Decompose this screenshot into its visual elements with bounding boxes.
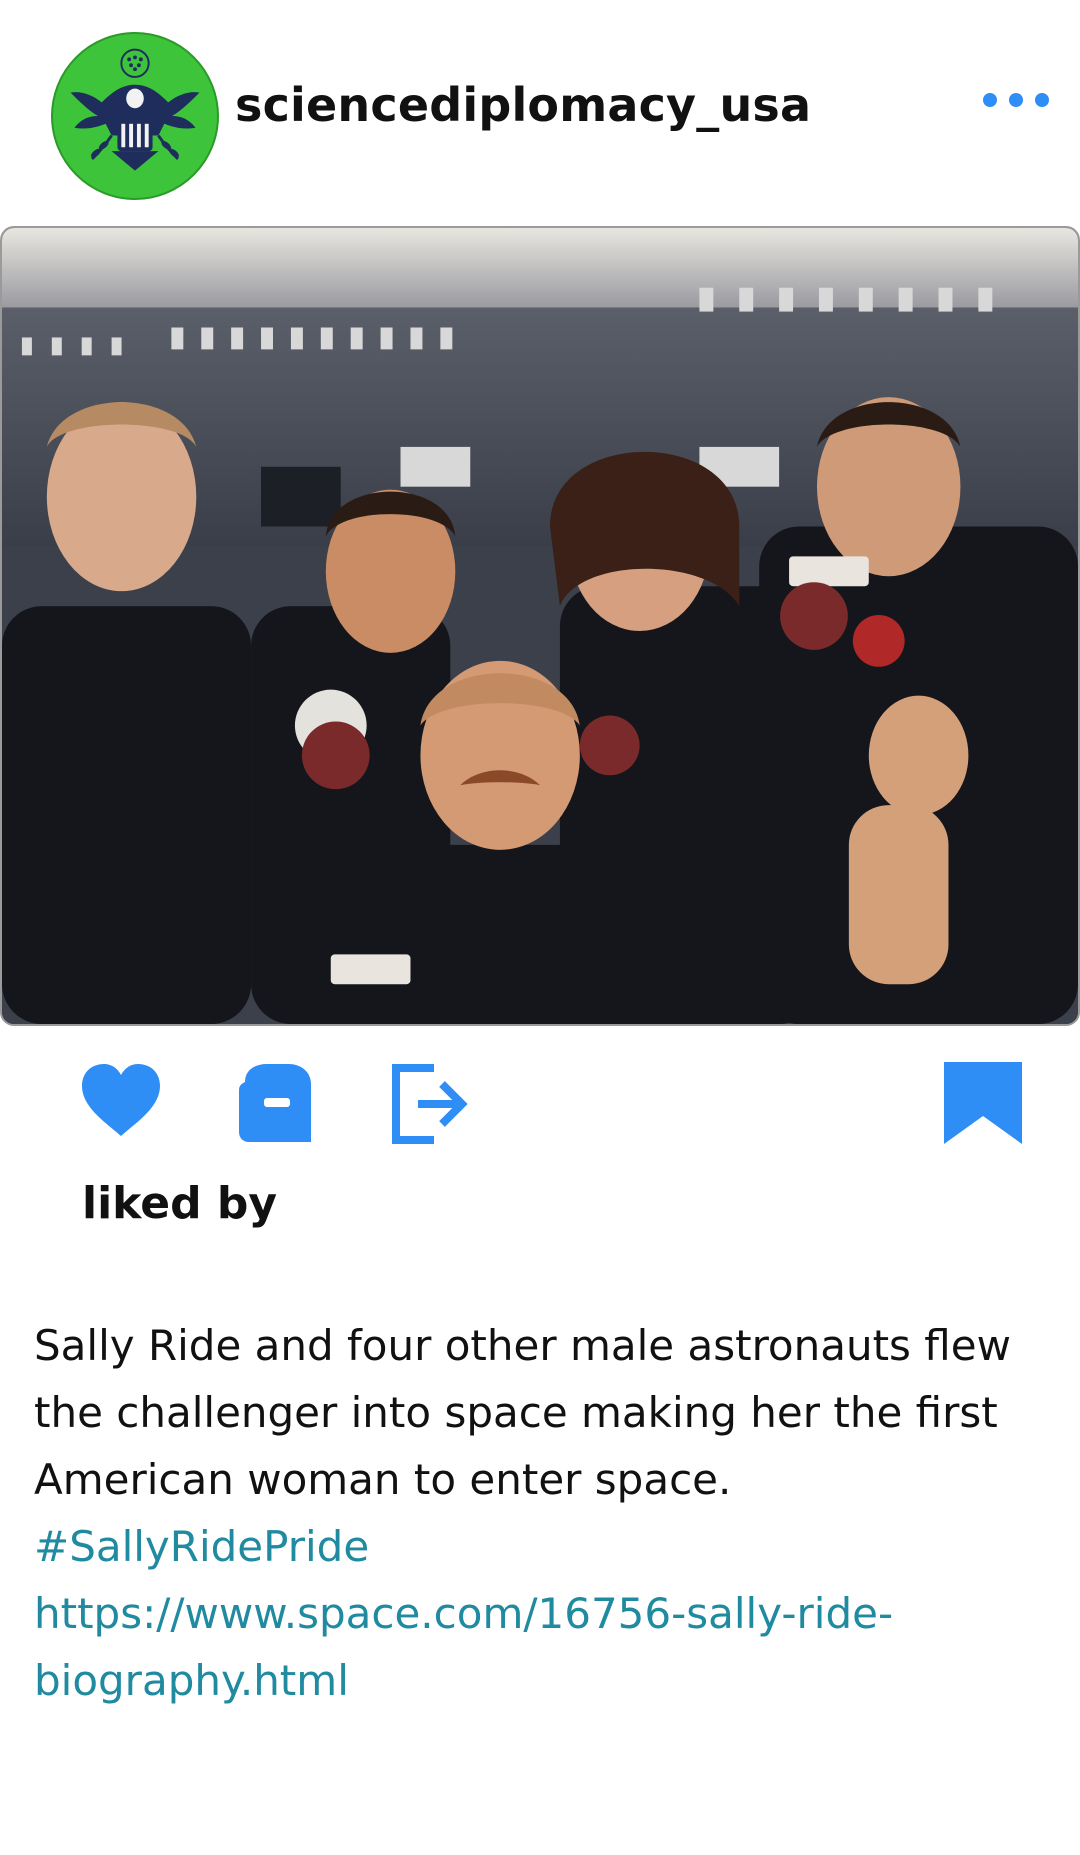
astronaut-crew-photo xyxy=(2,228,1078,1024)
avatar[interactable] xyxy=(51,32,219,200)
share-icon xyxy=(392,1064,468,1144)
comment-button[interactable] xyxy=(235,1060,321,1146)
share-button[interactable] xyxy=(388,1060,474,1146)
caption-line: the challenger into space making her the… xyxy=(34,1388,998,1437)
great-seal-icon xyxy=(70,48,200,171)
more-options-button[interactable] xyxy=(975,80,1065,120)
post-actions xyxy=(0,1060,1080,1150)
heart-icon xyxy=(82,1064,160,1136)
username[interactable]: sciencediplomacy_usa xyxy=(235,78,811,132)
comment-icon xyxy=(239,1064,311,1142)
post-header: sciencediplomacy_usa xyxy=(0,0,1080,220)
likes-label[interactable]: liked by xyxy=(82,1178,277,1229)
url-link[interactable]: https://www.space.com/16756-sally-ride- xyxy=(34,1580,1054,1647)
caption-line: American woman to enter space. xyxy=(34,1455,732,1504)
caption-line: Sally Ride and four other male astronaut… xyxy=(34,1321,1011,1370)
url-link[interactable]: biography.html xyxy=(34,1647,1054,1714)
hashtag-link[interactable]: #SallyRidePride xyxy=(34,1513,1054,1580)
save-button[interactable] xyxy=(940,1060,1026,1146)
post-photo[interactable] xyxy=(0,226,1080,1026)
more-horizontal-icon xyxy=(983,93,1049,107)
post-caption: Sally Ride and four other male astronaut… xyxy=(34,1312,1054,1714)
bookmark-icon xyxy=(944,1062,1022,1144)
like-button[interactable] xyxy=(78,1060,164,1146)
